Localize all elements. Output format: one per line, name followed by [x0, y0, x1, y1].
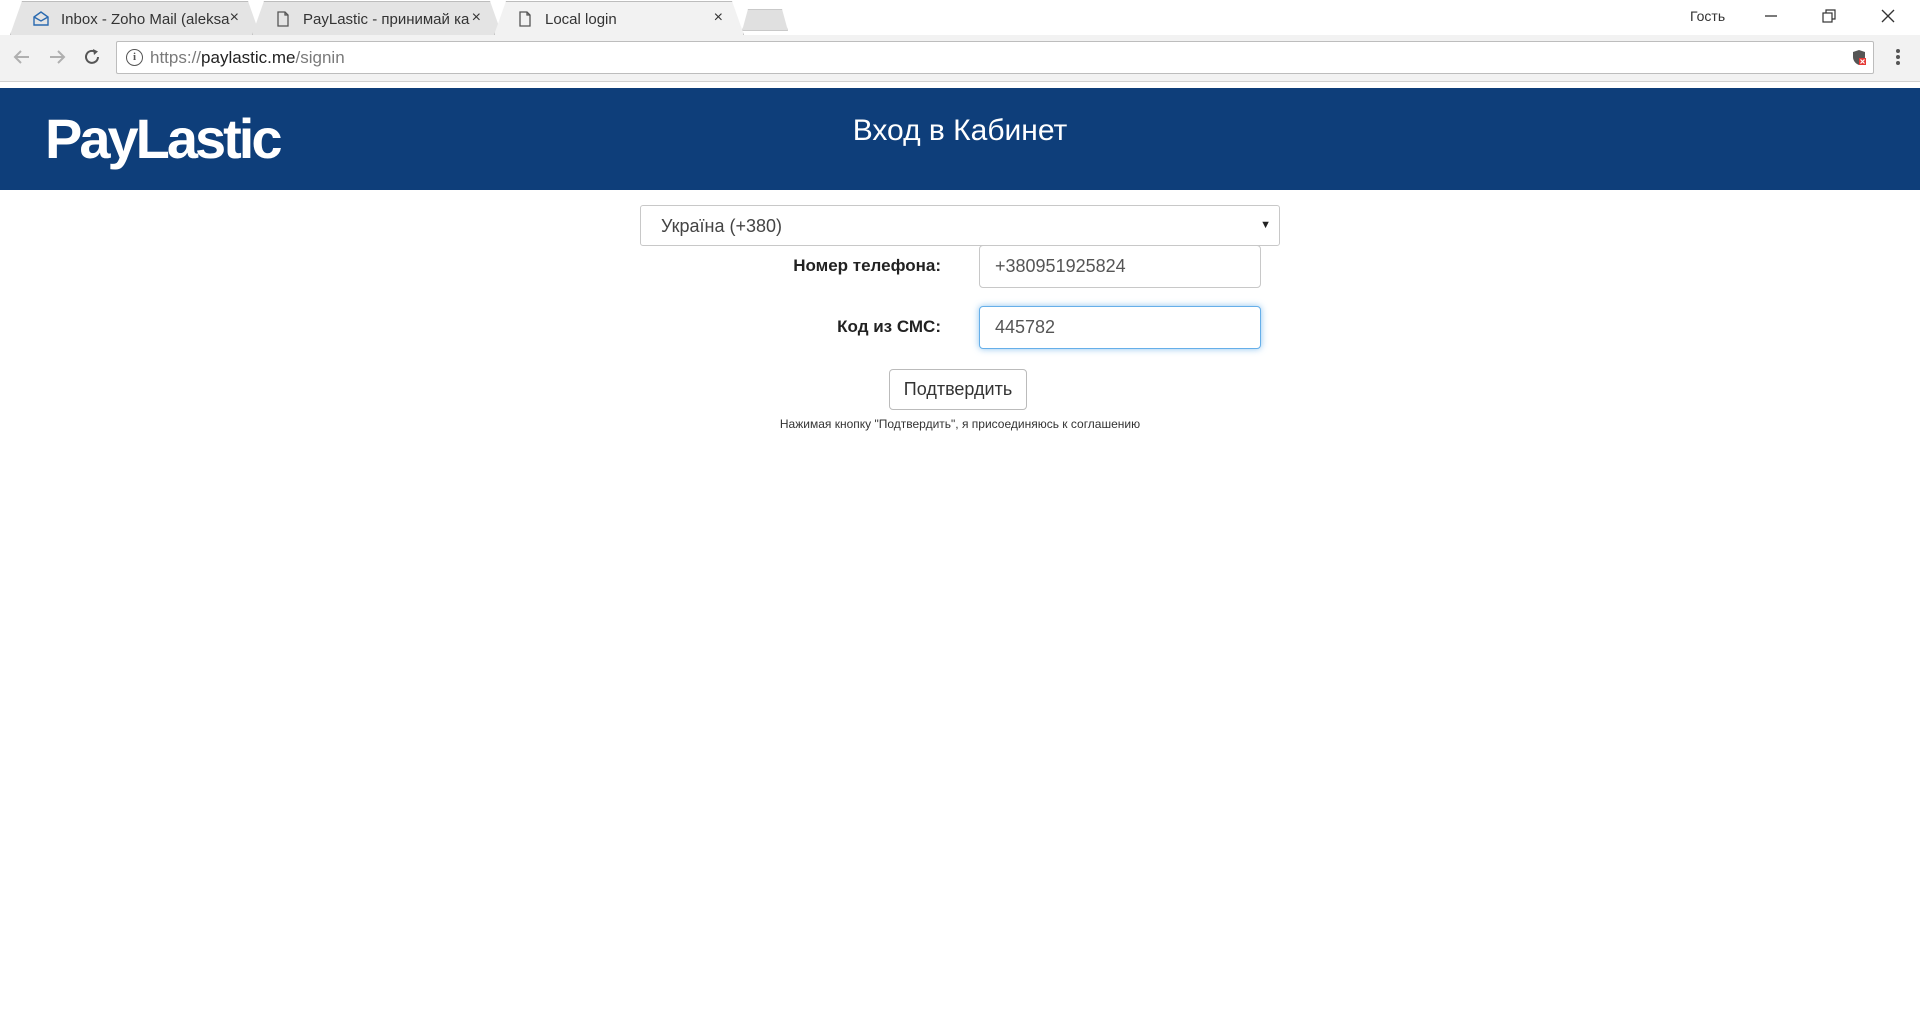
restore-icon[interactable]	[1809, 4, 1849, 30]
shield-extension-icon[interactable]	[1851, 49, 1867, 66]
tab-strip: Inbox - Zoho Mail (aleksa × PayLastic - …	[0, 0, 1920, 35]
dropdown-arrow-icon: ▼	[1260, 219, 1271, 231]
sms-code-label: Код из СМС:	[837, 317, 941, 336]
tab-title: PayLastic - принимай ка	[303, 11, 470, 28]
tab-local-login[interactable]: Local login ×	[494, 1, 744, 35]
tab-title: Inbox - Zoho Mail (aleksa	[61, 11, 230, 28]
country-select-value: Україна (+380)	[661, 216, 783, 236]
tab-paylastic[interactable]: PayLastic - принимай ка ×	[252, 1, 502, 35]
phone-input[interactable]	[979, 245, 1261, 288]
page-icon	[517, 11, 533, 27]
tab-inbox-zoho-mail[interactable]: Inbox - Zoho Mail (aleksa ×	[10, 1, 260, 35]
country-select[interactable]: Україна (+380) ▼	[640, 205, 1280, 246]
browser-menu-icon[interactable]	[1890, 47, 1906, 69]
envelope-icon	[33, 11, 49, 27]
agreement-note: Нажимая кнопку "Подтвердить", я присоеди…	[779, 417, 1141, 431]
reload-icon[interactable]	[80, 47, 104, 71]
confirm-button[interactable]: Подтвердить	[889, 369, 1027, 410]
close-tab-icon[interactable]: ×	[472, 9, 481, 27]
close-tab-icon[interactable]: ×	[714, 9, 723, 27]
address-bar[interactable]: i https://paylastic.me/signin	[116, 41, 1874, 74]
back-arrow-icon[interactable]	[10, 47, 34, 71]
tab-title: Local login	[545, 11, 617, 28]
minimize-icon[interactable]	[1751, 4, 1791, 30]
guest-profile-label[interactable]: Гость	[1690, 8, 1725, 24]
phone-label: Номер телефона:	[793, 256, 941, 275]
close-tab-icon[interactable]: ×	[230, 9, 239, 27]
browser-toolbar: i https://paylastic.me/signin	[0, 35, 1920, 82]
page-icon	[275, 11, 291, 27]
forward-arrow-icon[interactable]	[45, 47, 69, 71]
new-tab-button[interactable]	[742, 9, 788, 31]
sms-code-input[interactable]	[979, 306, 1261, 349]
info-icon[interactable]: i	[126, 49, 143, 66]
page-title: Вход в Кабинет	[852, 114, 1068, 147]
site-header: PayLastic Вход в Кабинет	[0, 88, 1920, 190]
url-text[interactable]: https://paylastic.me/signin	[150, 48, 345, 68]
close-window-icon[interactable]	[1868, 4, 1908, 30]
